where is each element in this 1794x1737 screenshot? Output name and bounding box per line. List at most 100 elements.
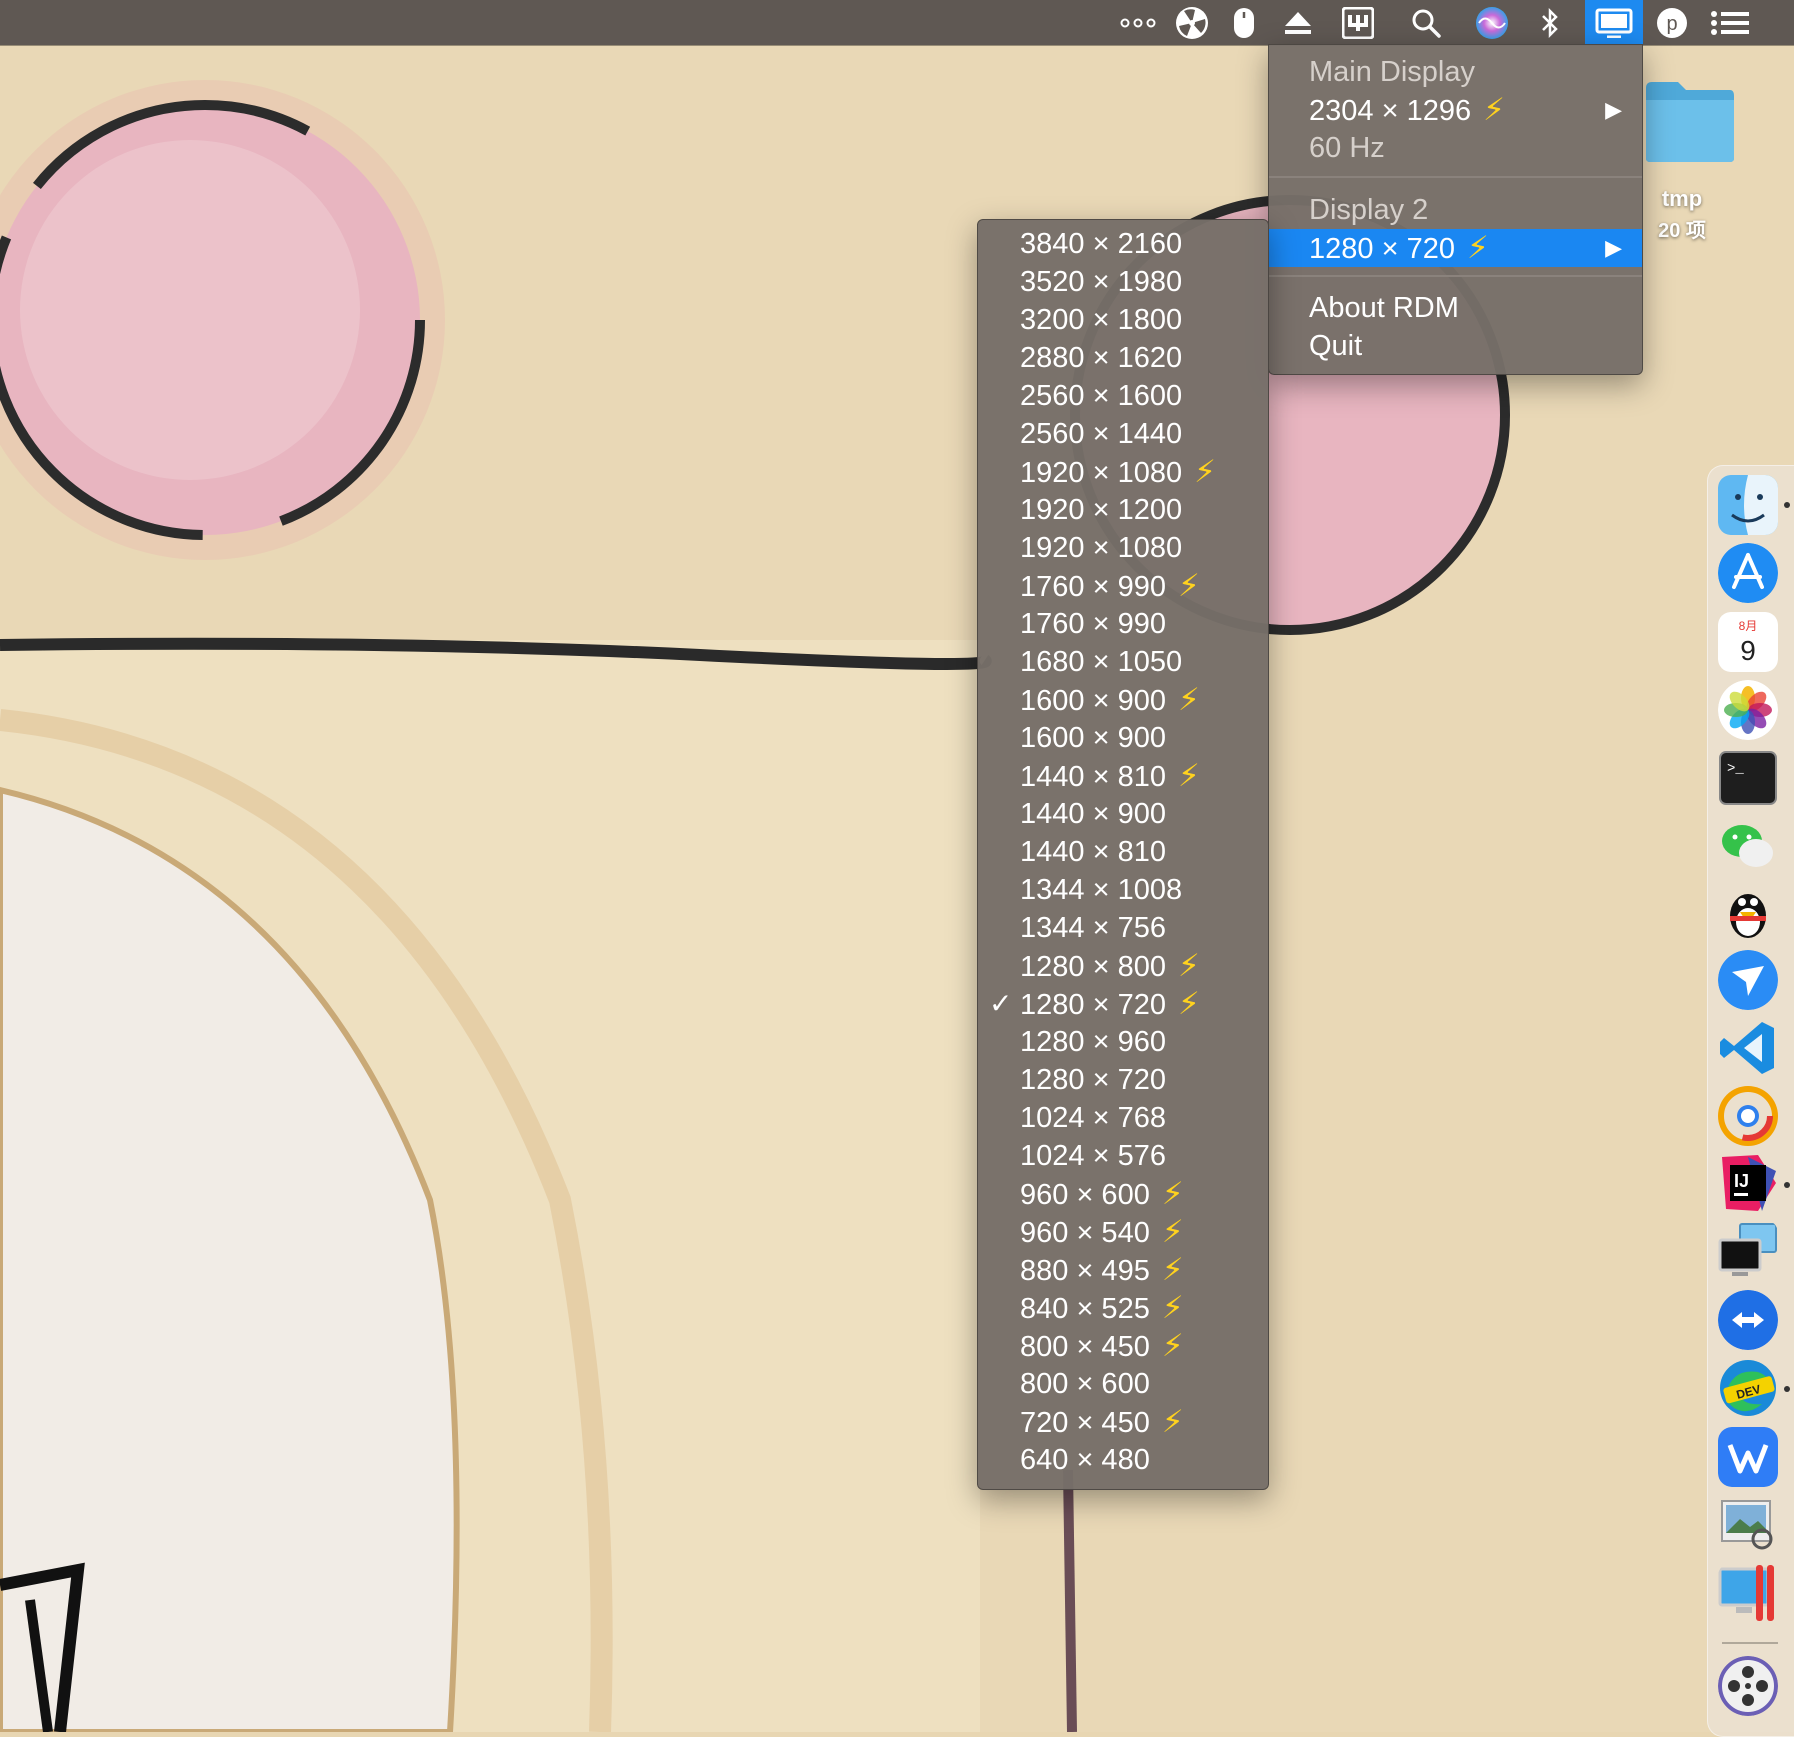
menu-separator	[1269, 275, 1642, 277]
teamviewer-icon[interactable]	[1718, 1290, 1778, 1350]
resolution-item[interactable]: 1600 × 900	[978, 719, 1268, 757]
resolution-item[interactable]: 1920 × 1080	[978, 529, 1268, 567]
resolution-label: 720 × 450	[1020, 1407, 1150, 1439]
resolution-label: 880 × 495	[1020, 1255, 1150, 1287]
wps-office-icon[interactable]	[1718, 1427, 1778, 1487]
finder-icon[interactable]	[1718, 475, 1778, 535]
terminal-icon[interactable]: >_	[1718, 748, 1778, 808]
resolution-item[interactable]: 800 × 450 ⚡	[978, 1327, 1268, 1365]
resolution-item[interactable]: 2560 × 1440	[978, 415, 1268, 453]
hidpi-bolt-icon: ⚡	[1483, 92, 1505, 127]
resolution-item[interactable]: 1024 × 768	[978, 1099, 1268, 1137]
spotlight-search-icon[interactable]	[1400, 0, 1452, 45]
resolution-item[interactable]: 1440 × 810	[978, 833, 1268, 871]
hidpi-bolt-icon: ⚡	[1177, 568, 1200, 603]
resolution-item[interactable]: 960 × 540 ⚡	[978, 1213, 1268, 1251]
qq-icon[interactable]	[1718, 882, 1778, 942]
more-dots-icon[interactable]	[1112, 0, 1164, 45]
parallels-desktop-icon[interactable]	[1718, 1563, 1778, 1623]
resolution-item[interactable]: 880 × 495 ⚡	[978, 1251, 1268, 1289]
resolution-label: 1920 × 1080	[1020, 532, 1183, 564]
resolution-item[interactable]: 1280 × 720	[978, 1061, 1268, 1099]
resolution-item[interactable]: 1280 × 800 ⚡	[978, 947, 1268, 985]
bluetooth-icon[interactable]	[1524, 0, 1576, 45]
resolution-item[interactable]: 2560 × 1600	[978, 377, 1268, 415]
display2-item[interactable]: 1280 × 720 ⚡ ▶	[1269, 229, 1642, 267]
resolution-item[interactable]: 1344 × 1008	[978, 871, 1268, 909]
rdm-main-menu: Main Display 2304 × 1296 ⚡ ▶ 60 Hz Displa…	[1268, 44, 1643, 375]
resolution-label: 840 × 525	[1020, 1293, 1150, 1325]
running-indicator	[1784, 502, 1790, 508]
resolution-item[interactable]: 960 × 600 ⚡	[978, 1175, 1268, 1213]
resolution-item[interactable]: 1920 × 1080 ⚡	[978, 453, 1268, 491]
display2-header: Display 2	[1309, 194, 1429, 226]
resolution-item[interactable]: 1920 × 1200	[978, 491, 1268, 529]
resolution-label: 1760 × 990	[1020, 571, 1166, 603]
resolution-item[interactable]: 1440 × 810 ⚡	[978, 757, 1268, 795]
screen-sharing-icon[interactable]	[1718, 1220, 1778, 1280]
svg-text:>_: >_	[1727, 761, 1744, 777]
edge-dev-icon[interactable]: DEV	[1718, 1358, 1778, 1418]
resolution-item[interactable]: 1024 × 576	[978, 1137, 1268, 1175]
eject-icon[interactable]	[1272, 0, 1324, 45]
resolution-label: 2560 × 1600	[1020, 380, 1183, 412]
hidpi-bolt-icon: ⚡	[1161, 1252, 1184, 1287]
dock-separator	[1722, 1642, 1778, 1644]
preview-icon[interactable]	[1718, 1495, 1778, 1555]
resolution-label: 1280 × 720	[1020, 1064, 1166, 1096]
calendar-icon[interactable]: 8月 9	[1718, 612, 1778, 672]
resolution-item[interactable]: 2880 × 1620	[978, 339, 1268, 377]
resolution-item[interactable]: 3200 × 1800	[978, 301, 1268, 339]
vscode-icon[interactable]	[1718, 1018, 1778, 1078]
main-display-refresh-rate: 60 Hz	[1309, 132, 1385, 164]
about-rdm-item[interactable]: About RDM	[1269, 289, 1642, 327]
resolution-item[interactable]: 640 × 480	[978, 1441, 1268, 1479]
resolution-item[interactable]: 1440 × 900	[978, 795, 1268, 833]
resolution-item[interactable]: 1760 × 990	[978, 605, 1268, 643]
folder-icon[interactable]	[1644, 78, 1736, 164]
svg-text:9: 9	[1740, 635, 1756, 666]
resolution-label: 2560 × 1440	[1020, 418, 1183, 450]
resolution-label: 1440 × 810	[1020, 761, 1166, 793]
resolution-item[interactable]: ✓ 1280 × 720 ⚡	[978, 985, 1268, 1023]
resolution-label: 1024 × 768	[1020, 1102, 1166, 1134]
photos-icon[interactable]	[1718, 680, 1778, 740]
hidpi-bolt-icon: ⚡	[1177, 986, 1200, 1021]
resolution-item[interactable]: 1280 × 960	[978, 1023, 1268, 1061]
resolution-label: 3520 × 1980	[1020, 266, 1183, 298]
folder-name[interactable]: tmp	[1630, 186, 1734, 212]
notification-center-icon[interactable]	[1704, 0, 1756, 45]
resolution-item[interactable]: 1600 × 900 ⚡	[978, 681, 1268, 719]
resolution-item[interactable]: 1344 × 756	[978, 909, 1268, 947]
display2-resolution: 1280 × 720	[1309, 233, 1455, 265]
feishu-icon[interactable]	[1718, 950, 1778, 1010]
resolution-label: 1440 × 900	[1020, 798, 1166, 830]
running-indicator	[1784, 1386, 1790, 1392]
main-display-item[interactable]: 2304 × 1296 ⚡ ▶	[1269, 91, 1642, 129]
resolution-label: 1760 × 990	[1020, 608, 1166, 640]
p-app-icon[interactable]: p	[1646, 0, 1698, 45]
siri-icon[interactable]	[1466, 0, 1518, 45]
quit-item[interactable]: Quit	[1269, 327, 1642, 365]
resolution-label: 1920 × 1200	[1020, 494, 1183, 526]
resolution-item[interactable]: 3520 × 1980	[978, 263, 1268, 301]
resolution-item[interactable]: 720 × 450 ⚡	[978, 1403, 1268, 1441]
resolution-item[interactable]: 840 × 525 ⚡	[978, 1289, 1268, 1327]
chrome-canary-icon[interactable]	[1718, 1086, 1778, 1146]
fan-control-icon[interactable]	[1166, 0, 1218, 45]
resolution-item[interactable]: 3840 × 2160	[978, 225, 1268, 263]
intellij-idea-icon[interactable]: IJ	[1718, 1153, 1778, 1213]
display-rdm-icon[interactable]	[1585, 0, 1643, 45]
hidpi-bolt-icon: ⚡	[1194, 454, 1216, 489]
video-player-icon[interactable]	[1718, 1656, 1778, 1716]
resolution-item[interactable]: 1760 × 990 ⚡	[978, 567, 1268, 605]
wechat-icon[interactable]	[1718, 815, 1778, 875]
resolution-label: 1920 × 1080	[1020, 457, 1183, 489]
resolution-label: 3840 × 2160	[1020, 228, 1183, 260]
resolution-item[interactable]: 1680 × 1050	[978, 643, 1268, 681]
clipboard-app-icon[interactable]	[1332, 0, 1384, 45]
app-store-icon[interactable]	[1718, 543, 1778, 603]
resolution-label: 1680 × 1050	[1020, 646, 1183, 678]
resolution-item[interactable]: 800 × 600	[978, 1365, 1268, 1403]
mouse-icon[interactable]	[1218, 0, 1270, 45]
